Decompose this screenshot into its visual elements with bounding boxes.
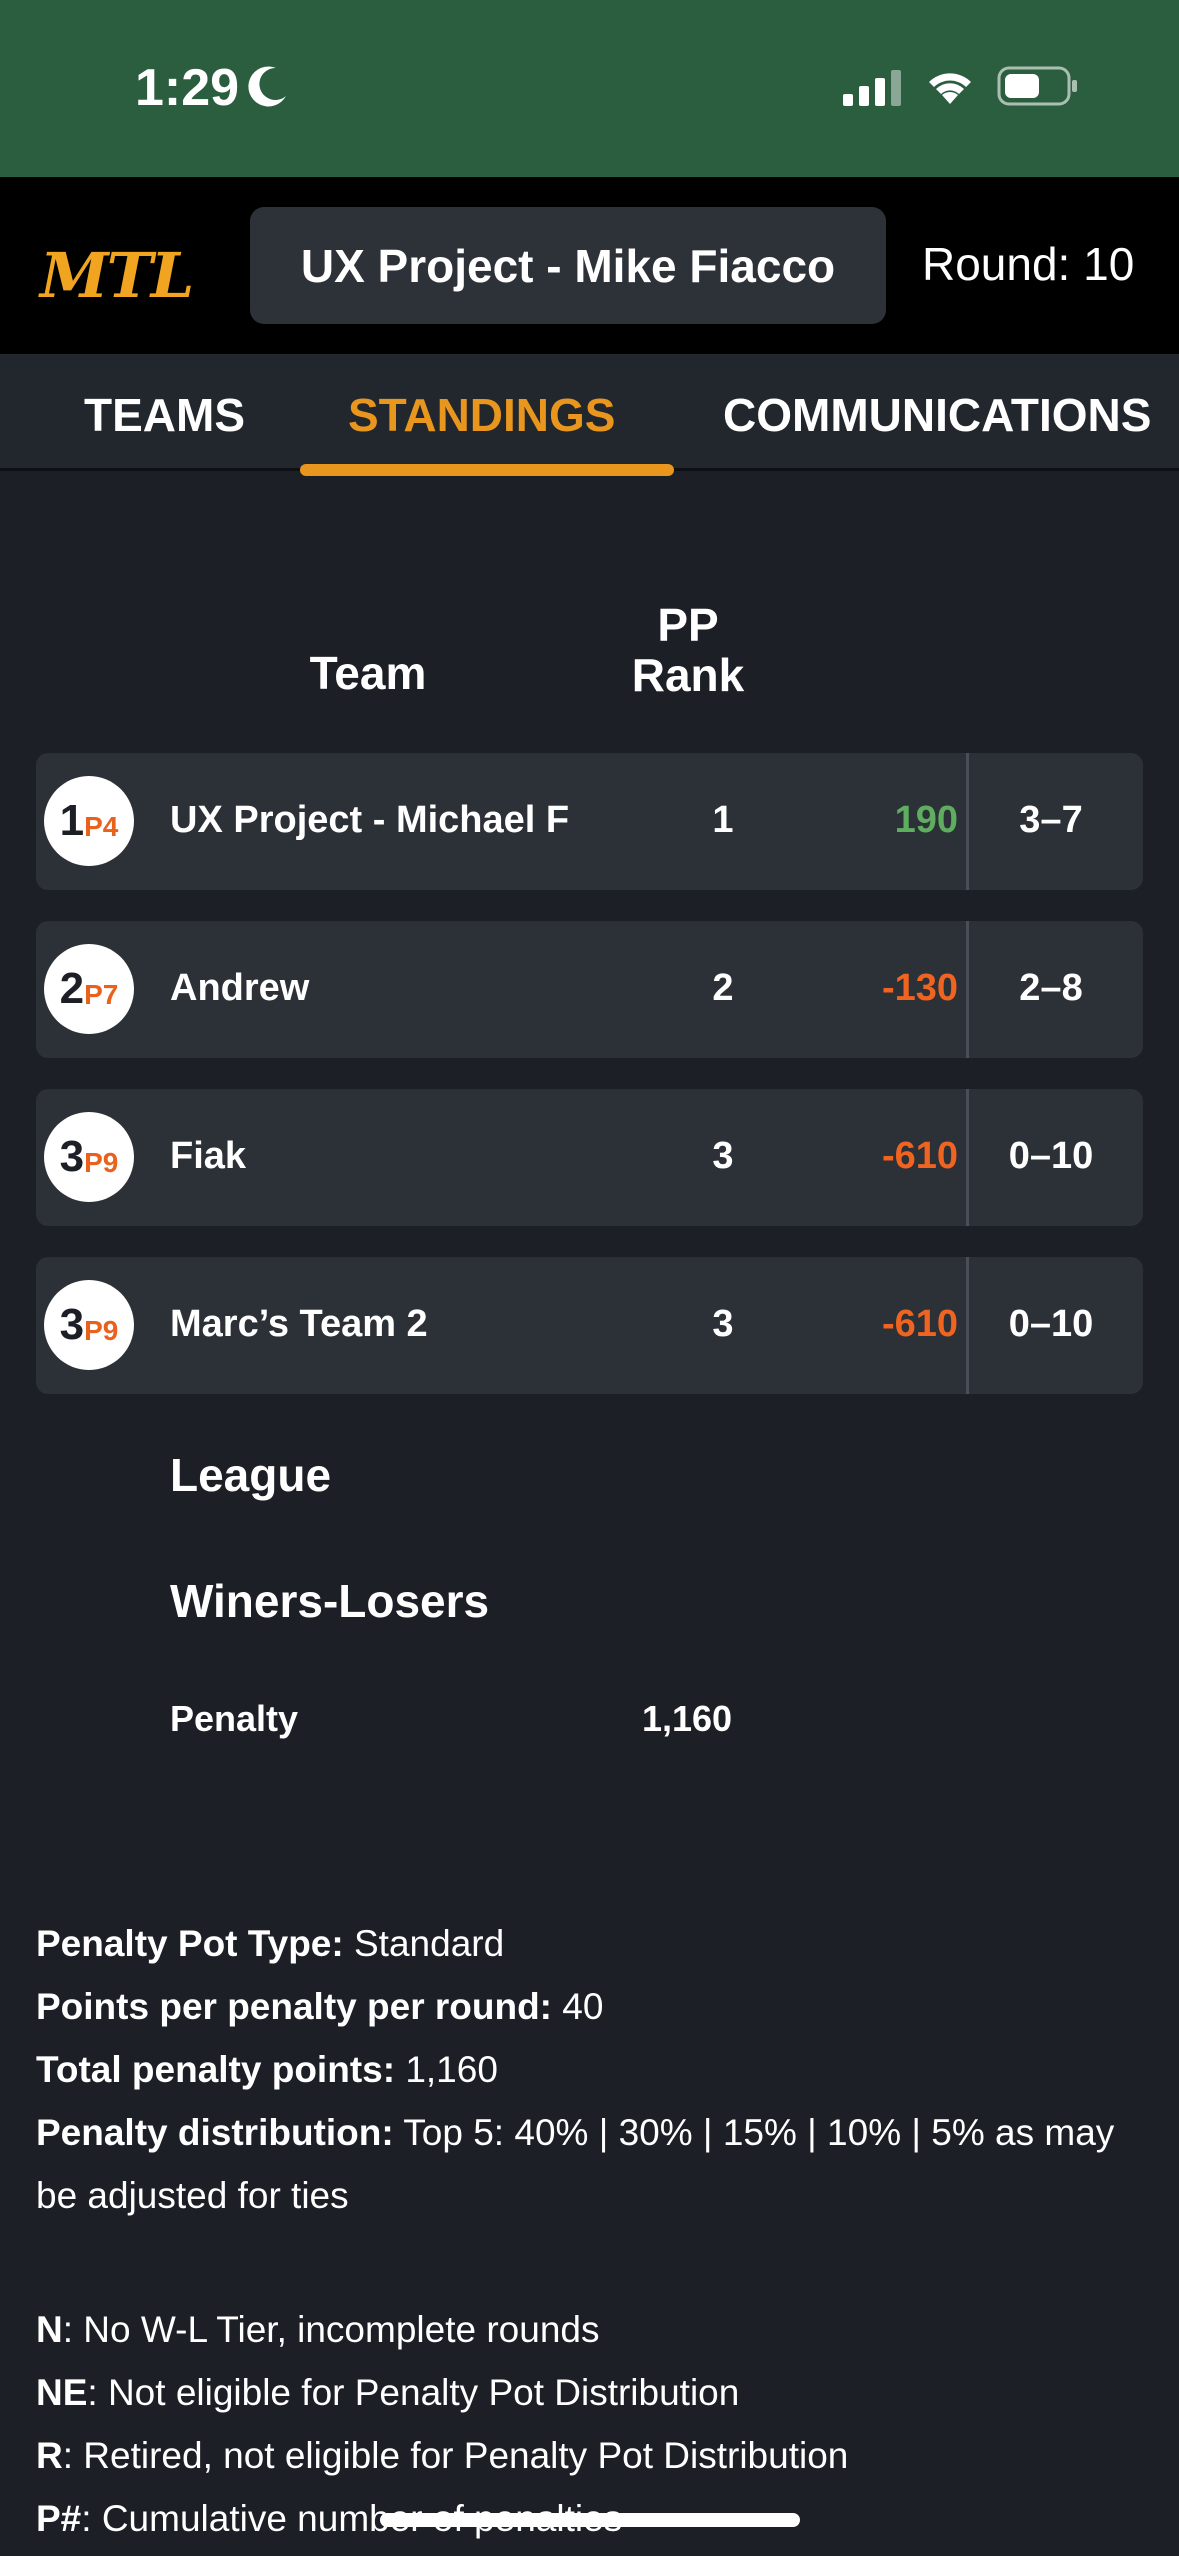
penalty-count: P4 xyxy=(84,811,119,842)
column-header-pp-line1: PP xyxy=(657,599,719,651)
points-value: -610 xyxy=(881,1303,958,1345)
tab-standings[interactable]: STANDINGS xyxy=(348,388,616,442)
win-loss-value: 0–10 xyxy=(1008,1303,1094,1345)
total-points-label: Total penalty points: xyxy=(36,2049,396,2090)
win-loss-value: 0–10 xyxy=(1008,1135,1094,1177)
legend-text: : Not eligible for Penalty Pot Distribut… xyxy=(87,2372,740,2413)
cellular-signal-icon xyxy=(843,70,901,106)
status-time: 1:29 xyxy=(135,59,240,117)
active-tab-indicator xyxy=(300,464,674,476)
rank-number: 3 xyxy=(59,1132,85,1181)
moon-icon xyxy=(248,66,286,107)
column-divider xyxy=(966,753,969,890)
team-name: Marc’s Team 2 xyxy=(170,1303,428,1345)
points-per-value: 40 xyxy=(552,1986,604,2027)
legend-item: N: No W-L Tier, incomplete rounds xyxy=(36,2298,1146,2361)
distribution-line: Penalty distribution: Top 5: 40% | 30% |… xyxy=(36,2101,1146,2227)
total-points-value: 1,160 xyxy=(395,2049,498,2090)
penalty-value: 1,160 xyxy=(641,1698,733,1739)
column-divider xyxy=(966,1257,969,1394)
rank-badge: 3 P9 xyxy=(44,1280,134,1370)
tab-communications[interactable]: COMMUNICATIONS xyxy=(723,388,1151,442)
home-indicator[interactable] xyxy=(380,2513,800,2527)
rank-badge: 1 P4 xyxy=(44,776,134,866)
wifi-icon xyxy=(929,73,971,104)
pot-type-line: Penalty Pot Type: Standard xyxy=(36,1912,1146,1975)
pp-rank-value: 2 xyxy=(712,967,734,1009)
legend-key: N xyxy=(36,2309,63,2350)
column-header-pp-line2: Rank xyxy=(631,649,745,701)
column-divider xyxy=(966,921,969,1058)
column-header-team[interactable]: Team xyxy=(260,646,476,700)
team-name: UX Project - Michael F xyxy=(170,799,570,841)
penalty-label: Penalty xyxy=(170,1698,299,1739)
team-name: Andrew xyxy=(170,967,310,1009)
pp-rank-value: 1 xyxy=(712,799,734,841)
points-per-line: Points per penalty per round: 40 xyxy=(36,1975,1146,2038)
rank-badge: 3 P9 xyxy=(44,1112,134,1202)
rank-badge: 2 P7 xyxy=(44,944,134,1034)
rank-number: 3 xyxy=(59,1300,85,1349)
legend-text: : No W-L Tier, incomplete rounds xyxy=(62,2309,600,2350)
points-value: -130 xyxy=(881,967,958,1009)
league-title: League xyxy=(170,1449,332,1501)
points-value: 190 xyxy=(894,799,958,841)
total-points-line: Total penalty points: 1,160 xyxy=(36,2038,1146,2101)
penalty-count: P7 xyxy=(84,979,119,1010)
legend-item: R: Retired, not eligible for Penalty Pot… xyxy=(36,2424,1146,2487)
tab-teams[interactable]: TEAMS xyxy=(84,388,245,442)
points-per-label: Points per penalty per round: xyxy=(36,1986,552,2027)
rank-number: 2 xyxy=(59,964,85,1013)
standings-row[interactable]: 2 P7 Andrew 2 -130 2–8 xyxy=(36,921,1143,1058)
team-selector[interactable]: UX Project - Mike Fiacco xyxy=(250,207,886,324)
legend-item: NE: Not eligible for Penalty Pot Distrib… xyxy=(36,2361,1146,2424)
round-indicator: Round: 10 xyxy=(922,238,1135,290)
app-logo[interactable]: MTL xyxy=(40,239,194,312)
distribution-label: Penalty distribution: xyxy=(36,2112,394,2153)
penalty-count: P9 xyxy=(84,1147,119,1178)
league-subtitle: Winers-Losers xyxy=(170,1575,490,1627)
column-divider xyxy=(966,1089,969,1226)
points-value: -610 xyxy=(881,1135,958,1177)
pot-type-value: Standard xyxy=(343,1923,505,1964)
tab-bar: TEAMS STANDINGS COMMUNICATIONS xyxy=(0,354,1179,476)
pp-rank-value: 3 xyxy=(712,1135,734,1177)
win-loss-value: 2–8 xyxy=(1019,967,1083,1009)
app-header: MTL UX Project - Mike Fiacco Round: 10 xyxy=(0,177,1179,354)
legend-key: R xyxy=(36,2435,63,2476)
legend-key: NE xyxy=(36,2372,88,2413)
team-name: Fiak xyxy=(170,1135,247,1177)
penalty-count: P9 xyxy=(84,1315,119,1346)
penalty-info: Penalty Pot Type: Standard Points per pe… xyxy=(36,1912,1146,2227)
rank-number: 1 xyxy=(59,796,85,845)
win-loss-value: 3–7 xyxy=(1019,799,1083,841)
status-bar: 1:29 xyxy=(0,0,1179,177)
standings-row[interactable]: 3 P9 Marc’s Team 2 3 -610 0–10 xyxy=(36,1257,1143,1394)
standings-row[interactable]: 3 P9 Fiak 3 -610 0–10 xyxy=(36,1089,1143,1226)
legend-text: : Retired, not eligible for Penalty Pot … xyxy=(62,2435,849,2476)
battery-icon xyxy=(997,66,1077,106)
legend-key: P# xyxy=(36,2498,82,2539)
column-header-pp-rank[interactable]: PP Rank xyxy=(580,600,796,700)
pot-type-label: Penalty Pot Type: xyxy=(36,1923,344,1964)
pp-rank-value: 3 xyxy=(712,1303,734,1345)
standings-row[interactable]: 1 P4 UX Project - Michael F 1 190 3–7 xyxy=(36,753,1143,890)
